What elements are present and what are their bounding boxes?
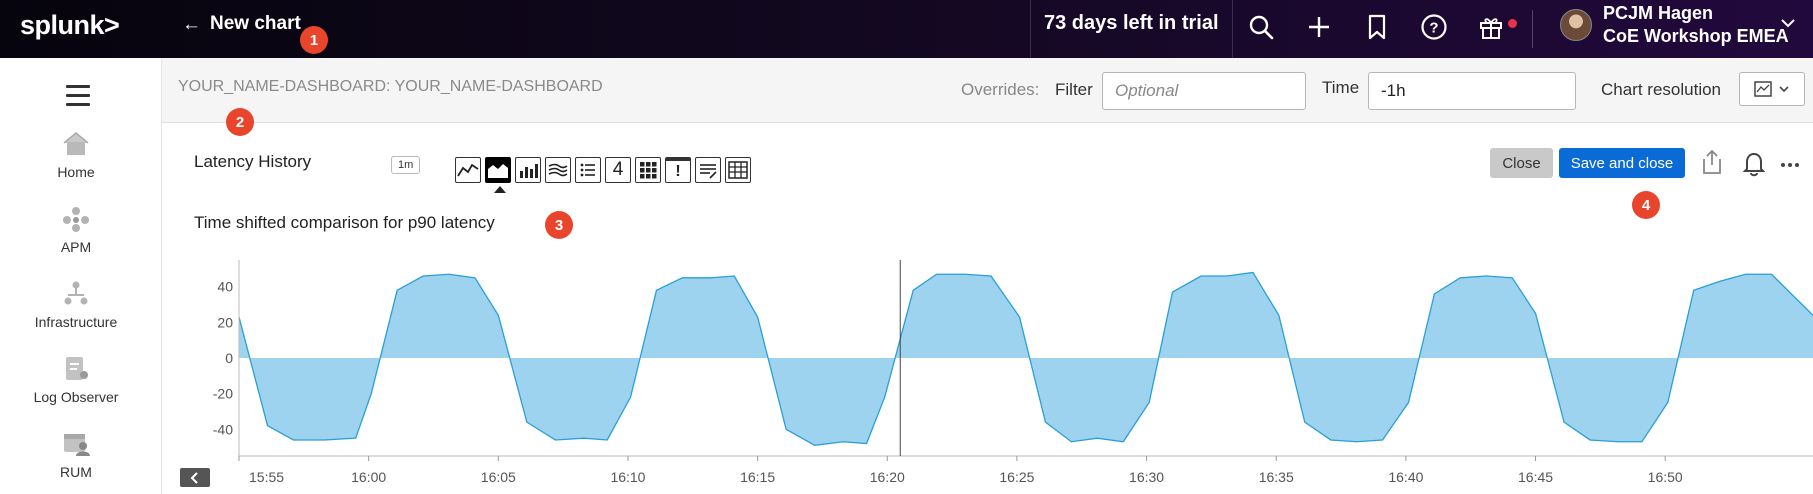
hamburger-menu-icon[interactable] — [66, 85, 90, 112]
annotation-marker-2: 2 — [226, 108, 254, 136]
resolution-chart-icon — [1754, 81, 1772, 97]
annotation-marker-3: 3 — [545, 211, 573, 239]
filter-label: Filter — [1055, 80, 1093, 99]
notification-dot — [1508, 19, 1517, 28]
latency-area-chart[interactable]: 40 20 0 -20 -40 15:55 16:00 16:05 16:10 16:15 16:2… — [162, 260, 1813, 494]
x-tick-label: 16:00 — [351, 469, 386, 485]
sidebar-item-infrastructure[interactable]: Infrastructure — [0, 280, 152, 330]
splunk-logo[interactable]: splunk> — [20, 10, 120, 41]
x-tick-label: 16:45 — [1518, 469, 1553, 485]
sidebar-item-rum[interactable]: RUM — [0, 430, 152, 480]
text-note-icon[interactable] — [695, 157, 721, 183]
line-chart-icon[interactable] — [455, 157, 481, 183]
top-bar: splunk> ← New chart 73 days left in tria… — [0, 0, 1813, 58]
chevron-down-icon[interactable] — [1780, 16, 1796, 34]
divider — [1532, 10, 1533, 48]
x-tick-label: 16:20 — [870, 469, 905, 485]
event-feed-icon[interactable]: ! — [665, 157, 691, 183]
y-tick-label: -20 — [213, 386, 233, 402]
divider — [1232, 0, 1233, 58]
x-tick-label: 16:10 — [610, 469, 645, 485]
sidebar-item-label: Log Observer — [33, 389, 119, 405]
rum-icon — [64, 434, 90, 456]
x-tick-label: 16:15 — [740, 469, 775, 485]
y-tick-label: -40 — [213, 421, 233, 437]
annotation-marker-4: 4 — [1632, 191, 1660, 219]
bell-icon[interactable] — [1740, 150, 1768, 183]
heatmap-icon[interactable] — [635, 157, 661, 183]
sidebar-item-home[interactable]: Home — [0, 130, 152, 180]
list-icon[interactable] — [575, 157, 601, 183]
close-button[interactable]: Close — [1490, 148, 1553, 178]
y-tick-label: 20 — [217, 314, 233, 330]
x-tick-label: 16:30 — [1129, 469, 1164, 485]
help-icon[interactable]: ? — [1417, 10, 1451, 44]
annotation-marker-1: 1 — [300, 26, 328, 54]
svg-text:?: ? — [1429, 20, 1438, 37]
chart-title[interactable]: Latency History — [194, 152, 311, 172]
sidebar-item-label: RUM — [60, 464, 92, 480]
share-icon[interactable] — [1700, 148, 1724, 181]
resolution-badge: 1m — [391, 156, 421, 174]
apm-icon — [63, 207, 89, 232]
filter-input[interactable] — [1102, 72, 1306, 110]
column-chart-icon[interactable] — [515, 157, 541, 183]
y-tick-label: 40 — [217, 279, 233, 295]
area-fill — [239, 272, 1813, 446]
time-label: Time — [1322, 78, 1360, 97]
sidebar-item-label: Infrastructure — [34, 314, 118, 330]
avatar[interactable] — [1560, 9, 1592, 41]
chart-resolution-dropdown[interactable] — [1739, 72, 1805, 106]
table-icon[interactable] — [725, 157, 751, 183]
more-options-icon[interactable] — [1779, 155, 1801, 180]
home-icon — [63, 132, 89, 155]
user-name[interactable]: PCJM Hagen — [1603, 3, 1713, 24]
x-tick-label: 15:55 — [249, 469, 284, 485]
plus-icon[interactable] — [1302, 10, 1336, 44]
back-arrow-icon[interactable]: ← — [182, 14, 201, 36]
bookmark-icon[interactable] — [1360, 10, 1394, 44]
sidebar-item-apm[interactable]: APM — [0, 205, 152, 255]
dashboard-header: YOUR_NAME-DASHBOARD: YOUR_NAME-DASHBOARD… — [162, 58, 1813, 123]
y-tick-label: 0 — [225, 350, 233, 366]
breadcrumb[interactable]: YOUR_NAME-DASHBOARD: YOUR_NAME-DASHBOARD — [178, 78, 603, 96]
sidebar-item-label: APM — [60, 239, 92, 255]
sidebar: Home APM Infrastructure Log Observer RUM — [0, 58, 162, 494]
search-icon[interactable] — [1244, 10, 1278, 44]
x-tick-label: 16:25 — [999, 469, 1034, 485]
sidebar-item-log-observer[interactable]: Log Observer — [0, 355, 152, 405]
x-tick-label: 16:05 — [481, 469, 516, 485]
x-tick-label: 16:35 — [1259, 469, 1294, 485]
area-chart-icon[interactable] — [485, 157, 511, 183]
x-tick-label: 16:50 — [1648, 469, 1683, 485]
infrastructure-icon — [64, 281, 88, 305]
gift-icon[interactable] — [1474, 10, 1508, 44]
chevron-down-icon — [1779, 86, 1789, 93]
single-value-icon[interactable]: 4 — [605, 157, 631, 183]
histogram-icon[interactable] — [545, 157, 571, 183]
divider — [1030, 0, 1031, 58]
page-title: New chart — [210, 13, 301, 34]
overrides-label: Overrides: — [961, 80, 1040, 99]
chart-scroll-left-button[interactable] — [180, 468, 210, 487]
time-input[interactable] — [1368, 72, 1576, 110]
trial-banner[interactable]: 73 days left in trial — [1044, 12, 1219, 35]
log-observer-icon — [66, 357, 88, 380]
sidebar-item-label: Home — [57, 164, 95, 180]
org-name[interactable]: CoE Workshop EMEA — [1603, 26, 1789, 47]
save-and-close-button[interactable]: Save and close — [1559, 148, 1685, 178]
chevron-left-icon — [190, 471, 198, 484]
chart-description[interactable]: Time shifted comparison for p90 latency — [194, 213, 495, 233]
chart-resolution-label: Chart resolution — [1601, 80, 1722, 99]
x-tick-label: 16:40 — [1388, 469, 1423, 485]
selected-viz-indicator — [494, 186, 506, 193]
